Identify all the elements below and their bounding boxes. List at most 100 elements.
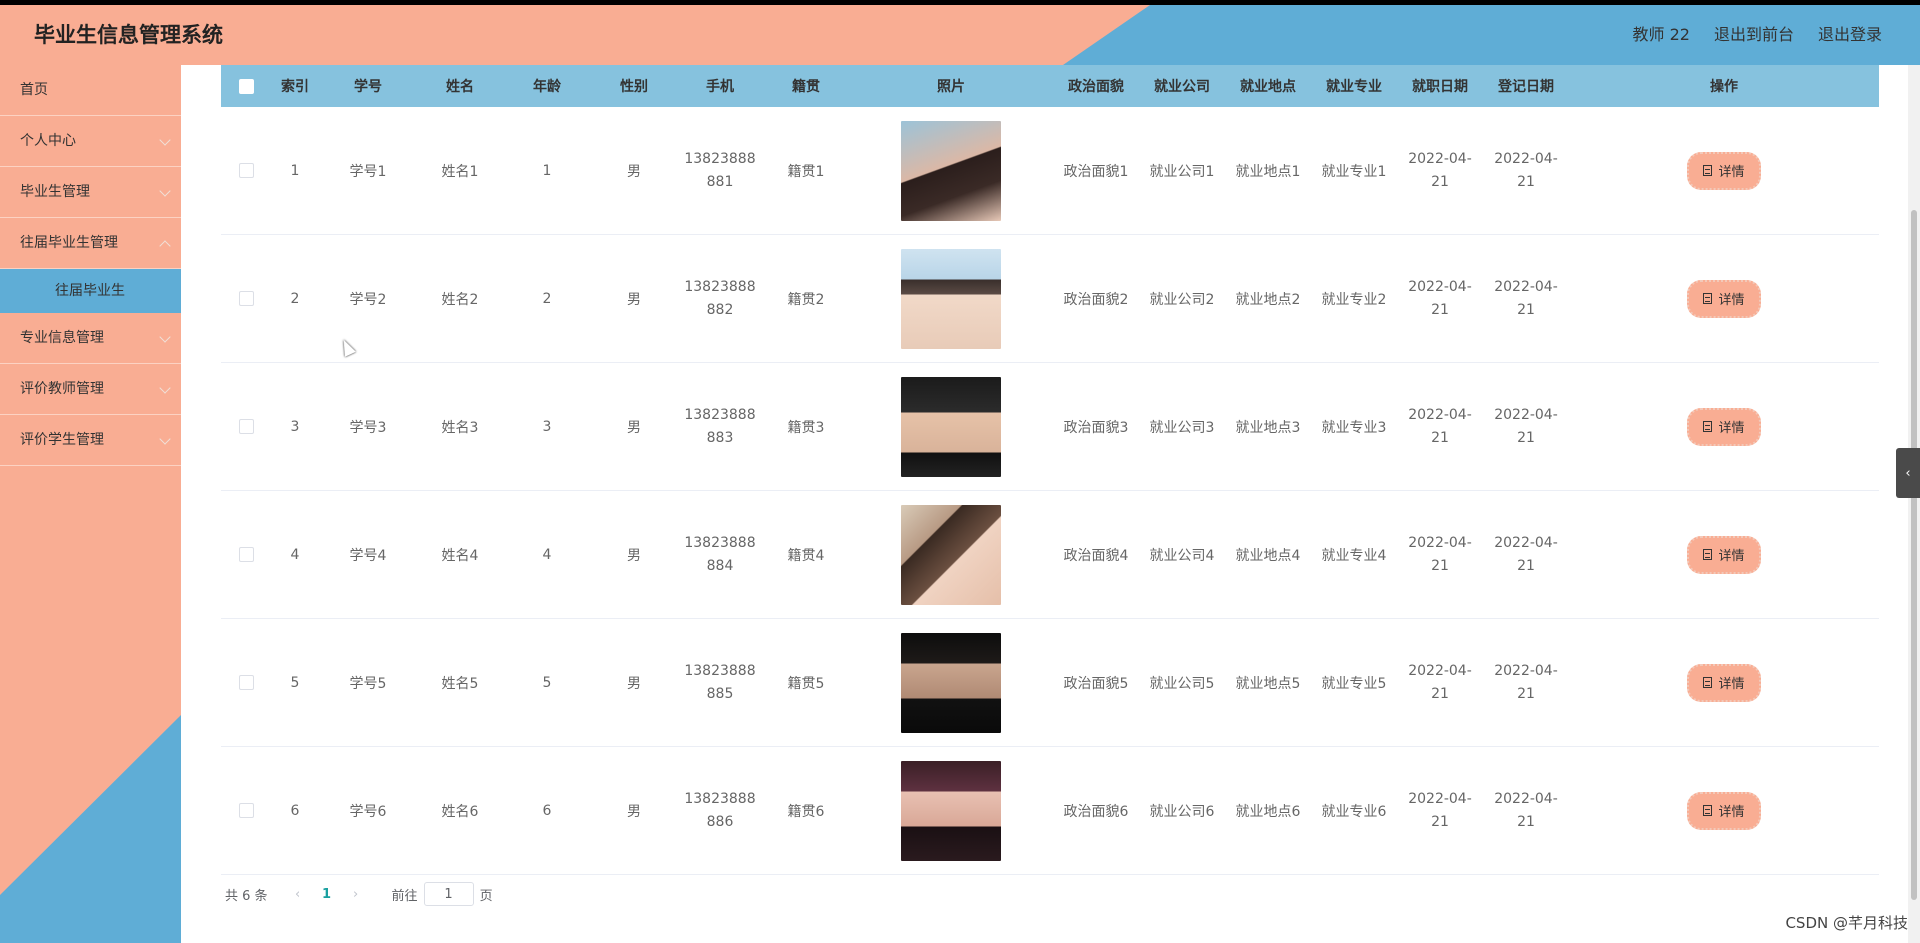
logout-link[interactable]: 退出登录: [1818, 5, 1882, 65]
cell-actions: 详情: [1569, 746, 1879, 875]
row-checkbox[interactable]: [238, 675, 254, 690]
prev-page-icon[interactable]: ‹: [284, 887, 312, 902]
chevron-down-icon: [159, 185, 171, 197]
detail-button-label: 详情: [1718, 421, 1745, 436]
document-icon: [1703, 421, 1713, 432]
phone-line-1: 13823888: [684, 662, 756, 679]
cell-student-id: 学号5: [319, 618, 417, 747]
detail-button[interactable]: 详情: [1687, 279, 1761, 318]
phone-line-1: 13823888: [684, 150, 756, 167]
select-all-checkbox[interactable]: [238, 78, 254, 94]
sidebar-item-personal-center[interactable]: 个人中心: [0, 116, 181, 167]
date-line-2: 21: [1517, 301, 1535, 318]
sidebar-item-graduate-management[interactable]: 毕业生管理: [0, 167, 181, 218]
sidebar-item-past-graduate-management[interactable]: 往届毕业生管理: [0, 218, 181, 269]
date-line-1: 2022-04-: [1408, 534, 1472, 551]
sidebar-item-teacher-evaluation[interactable]: 评价教师管理: [0, 364, 181, 415]
row-select-cell: [221, 746, 271, 875]
photo-woman-1: [901, 120, 1001, 221]
sidebar-subitem-past-graduates[interactable]: 往届毕业生: [0, 269, 181, 313]
row-checkbox[interactable]: [238, 291, 254, 306]
graduates-table: 索引 学号 姓名 年龄 性别 手机 籍贯 照片 政治面貌 就业公司 就业地点 就…: [221, 65, 1879, 875]
cell-index: 3: [271, 362, 319, 491]
row-select-cell: [221, 618, 271, 747]
cell-location: 就业地点1: [1225, 107, 1311, 235]
goto-page-input[interactable]: [423, 882, 474, 906]
date-line-1: 2022-04-: [1494, 150, 1558, 167]
row-select-cell: [221, 490, 271, 619]
row-checkbox[interactable]: [238, 547, 254, 562]
column-header: 政治面貌: [1053, 65, 1139, 107]
row-select-cell: [221, 234, 271, 363]
scrollbar-thumb[interactable]: [1911, 210, 1917, 900]
cell-phone: 13823888 884: [677, 490, 763, 619]
cell-company: 就业公司2: [1139, 234, 1225, 363]
date-line-1: 2022-04-: [1494, 662, 1558, 679]
cell-gender: 男: [591, 746, 677, 875]
detail-button[interactable]: 详情: [1687, 151, 1761, 190]
sidebar-item-major-info[interactable]: 专业信息管理: [0, 313, 181, 364]
cell-age: 3: [503, 362, 591, 491]
row-checkbox[interactable]: [238, 803, 254, 818]
table-body: 1 学号1 姓名1 1 男 13823888 881 籍贯1 政治面貌1 就业公司1 就业地点1 就业…: [221, 107, 1879, 875]
sidebar-item-student-evaluation[interactable]: 评价学生管理: [0, 415, 181, 466]
table-row: 1 学号1 姓名1 1 男 13823888 881 籍贯1 政治面貌1 就业公司1 就业地点1 就业…: [221, 107, 1879, 235]
row-checkbox[interactable]: [238, 163, 254, 178]
row-checkbox[interactable]: [238, 419, 254, 434]
cell-age: 1: [503, 107, 591, 235]
date-line-1: 2022-04-: [1494, 534, 1558, 551]
chevron-up-icon: [159, 240, 171, 252]
photo-man-1: [901, 248, 1001, 349]
table-row: 2 学号2 姓名2 2 男 13823888 882 籍贯2 政治面貌2 就业公司2 就业地点2 就业…: [221, 234, 1879, 363]
cell-actions: 详情: [1569, 362, 1879, 491]
date-line-2: 21: [1517, 173, 1535, 190]
cell-major: 就业专业3: [1311, 362, 1397, 491]
cell-location: 就业地点6: [1225, 746, 1311, 875]
next-page-icon[interactable]: ›: [342, 887, 370, 902]
date-line-1: 2022-04-: [1408, 662, 1472, 679]
cell-job-date: 2022-04- 21: [1397, 234, 1483, 363]
detail-button[interactable]: 详情: [1687, 663, 1761, 702]
chevron-left-icon[interactable]: ‹: [1896, 448, 1920, 498]
cell-location: 就业地点2: [1225, 234, 1311, 363]
page-number[interactable]: 1: [312, 887, 342, 902]
date-line-1: 2022-04-: [1408, 406, 1472, 423]
cell-name: 姓名3: [417, 362, 503, 491]
sidebar-item-label: 往届毕业生管理: [20, 235, 118, 251]
cell-register-date: 2022-04- 21: [1483, 107, 1569, 235]
phone-line-2: 886: [706, 813, 734, 830]
photo-man-2: [901, 376, 1001, 477]
cell-major: 就业专业2: [1311, 234, 1397, 363]
date-line-1: 2022-04-: [1408, 150, 1472, 167]
cell-company: 就业公司5: [1139, 618, 1225, 747]
watermark: CSDN @芊月科技: [1785, 914, 1908, 932]
page-scrollbar[interactable]: [1908, 65, 1920, 943]
header-actions: 教师 22 退出到前台 退出登录: [1633, 5, 1882, 65]
sidebar-item-label: 毕业生管理: [20, 184, 90, 200]
sidebar-item-home[interactable]: 首页: [0, 65, 181, 116]
sidebar-menu: 首页 个人中心 毕业生管理 往届毕业生管理 往届毕业生 专业信息管理 评价教师管…: [0, 65, 181, 466]
sidebar-item-label: 首页: [20, 82, 48, 98]
cell-register-date: 2022-04- 21: [1483, 362, 1569, 491]
cell-native-place: 籍贯3: [763, 362, 849, 491]
sidebar-item-label: 专业信息管理: [20, 330, 104, 346]
detail-button[interactable]: 详情: [1687, 791, 1761, 830]
cell-phone: 13823888 885: [677, 618, 763, 747]
detail-button-label: 详情: [1718, 677, 1745, 692]
cell-gender: 男: [591, 618, 677, 747]
column-header: 操作: [1569, 65, 1879, 107]
cell-actions: 详情: [1569, 618, 1879, 747]
detail-button[interactable]: 详情: [1687, 407, 1761, 446]
chevron-down-icon: [159, 134, 171, 146]
cell-name: 姓名4: [417, 490, 503, 619]
phone-line-2: 881: [706, 173, 734, 190]
cell-index: 5: [271, 618, 319, 747]
cell-student-id: 学号4: [319, 490, 417, 619]
chevron-down-icon: [159, 331, 171, 343]
goto-suffix: 页: [479, 888, 493, 904]
cell-age: 4: [503, 490, 591, 619]
back-to-front-link[interactable]: 退出到前台: [1714, 5, 1794, 65]
date-line-1: 2022-04-: [1494, 790, 1558, 807]
date-line-2: 21: [1517, 813, 1535, 830]
detail-button[interactable]: 详情: [1687, 535, 1761, 574]
